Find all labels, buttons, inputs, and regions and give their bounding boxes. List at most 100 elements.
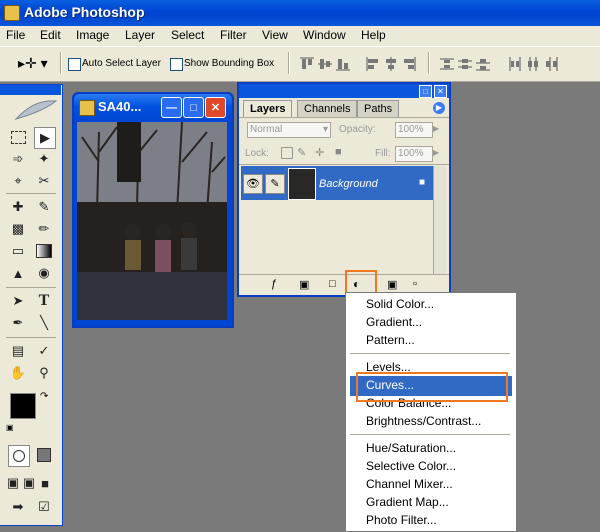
palette-minimize-icon[interactable]: □ xyxy=(419,85,432,98)
magic-wand-icon[interactable]: ✦ xyxy=(34,149,54,169)
separator xyxy=(6,287,56,288)
menu-item-photo-filter[interactable]: Photo Filter... xyxy=(366,513,437,527)
move-tool-preset-icon[interactable]: ▸✛ ▾ xyxy=(18,55,48,71)
clone-stamp-icon[interactable]: ▩ xyxy=(8,219,28,239)
palette-titlebar[interactable] xyxy=(239,84,449,98)
gradient-tool-icon[interactable] xyxy=(34,241,54,261)
app-title-bar: Adobe Photoshop xyxy=(0,0,600,26)
palette-close-icon[interactable]: ✕ xyxy=(434,85,447,98)
show-bounding-box-checkbox[interactable] xyxy=(170,58,183,71)
distribute-top-icon[interactable] xyxy=(440,57,454,71)
menu-item-pattern[interactable]: Pattern... xyxy=(366,333,415,347)
menu-file[interactable]: File xyxy=(6,28,25,42)
eye-icon[interactable]: 👁 xyxy=(243,174,263,194)
maximize-button[interactable]: □ xyxy=(183,97,204,118)
screen-mode-full-menu-icon[interactable]: ▣ xyxy=(22,473,36,493)
lock-transparency-icon[interactable] xyxy=(281,147,293,159)
align-right-icon[interactable] xyxy=(402,57,416,71)
path-selection-icon[interactable]: ➤ xyxy=(8,291,28,311)
distribute-bottom-icon[interactable] xyxy=(476,57,490,71)
eyedropper-icon[interactable]: ✓ xyxy=(34,341,54,361)
new-layer-icon[interactable]: ▣ xyxy=(387,278,397,291)
move-tool-icon[interactable]: ▶ xyxy=(34,127,56,149)
align-left-icon[interactable] xyxy=(366,57,380,71)
close-button[interactable]: ✕ xyxy=(205,97,226,118)
distribute-right-icon[interactable] xyxy=(544,57,558,71)
auto-select-layer-checkbox[interactable] xyxy=(68,58,81,71)
menu-item-solid-color[interactable]: Solid Color... xyxy=(366,297,434,311)
pen-tool-icon[interactable]: ✒ xyxy=(8,313,28,333)
menu-item-brightness-contrast[interactable]: Brightness/Contrast... xyxy=(366,414,481,428)
marquee-tool-icon[interactable] xyxy=(8,127,28,147)
menu-item-gradient-map[interactable]: Gradient Map... xyxy=(366,495,449,509)
menu-item-selective-color[interactable]: Selective Color... xyxy=(366,459,456,473)
type-tool-icon[interactable]: T xyxy=(34,291,54,311)
separator xyxy=(239,117,449,118)
notes-tool-icon[interactable]: ▤ xyxy=(8,341,28,361)
new-set-icon[interactable]: □ xyxy=(329,278,336,290)
quick-mask-icon[interactable] xyxy=(34,445,54,465)
layer-name: Background xyxy=(319,178,378,190)
align-top-icon[interactable] xyxy=(300,57,314,71)
fill-field[interactable]: 100% xyxy=(395,146,433,162)
layer-row-background[interactable]: 👁 ✎ Background ■ xyxy=(241,166,433,200)
menu-image[interactable]: Image xyxy=(76,28,109,42)
lock-image-icon[interactable]: ✎ xyxy=(297,146,306,159)
hand-tool-icon[interactable]: ✋ xyxy=(8,363,28,383)
line-tool-icon[interactable]: ╲ xyxy=(34,313,54,333)
eraser-tool-icon[interactable]: ▭ xyxy=(8,241,28,261)
distribute-vcenter-icon[interactable] xyxy=(458,57,472,71)
zoom-tool-icon[interactable]: ⚲ xyxy=(34,363,54,383)
tab-channels[interactable]: Channels xyxy=(297,100,358,117)
imageready-jump-icon[interactable]: ➡ xyxy=(8,497,28,517)
trash-icon[interactable]: ▫ xyxy=(413,278,417,290)
blur-tool-icon[interactable]: ▲ xyxy=(8,263,28,283)
menu-edit[interactable]: Edit xyxy=(40,28,61,42)
crop-tool-icon[interactable]: ⌖ xyxy=(8,171,28,191)
photo-canvas[interactable] xyxy=(77,122,227,320)
distribute-left-icon[interactable] xyxy=(508,57,522,71)
foreground-color-swatch[interactable] xyxy=(10,393,36,419)
lock-all-icon[interactable]: ■ xyxy=(335,146,342,158)
dodge-tool-icon[interactable]: ◉ xyxy=(34,263,54,283)
history-brush-icon[interactable]: ✏ xyxy=(34,219,54,239)
screen-mode-full-icon[interactable]: ■ xyxy=(38,473,52,493)
menu-help[interactable]: Help xyxy=(361,28,386,42)
slice-tool-icon[interactable]: ✂ xyxy=(34,171,54,191)
standard-mode-icon[interactable] xyxy=(8,445,30,467)
add-mask-icon[interactable]: ▣ xyxy=(299,278,309,291)
tab-paths[interactable]: Paths xyxy=(357,100,400,117)
menu-filter[interactable]: Filter xyxy=(220,28,247,42)
align-bottom-icon[interactable] xyxy=(336,57,350,71)
tab-layers[interactable]: Layers xyxy=(243,100,293,117)
menu-view[interactable]: View xyxy=(262,28,288,42)
blend-mode-select[interactable]: Normal ▾ xyxy=(247,122,331,138)
menu-select[interactable]: Select xyxy=(171,28,204,42)
menu-item-gradient[interactable]: Gradient... xyxy=(366,315,422,329)
edit-in-imageready-icon[interactable]: ☑ xyxy=(34,497,54,517)
brush-link-icon[interactable]: ✎ xyxy=(265,174,285,194)
fill-arrow-icon[interactable]: ▶ xyxy=(433,148,439,157)
minimize-button[interactable]: — xyxy=(161,97,182,118)
lock-position-icon[interactable]: ✛ xyxy=(315,146,324,159)
layer-style-icon[interactable]: ƒ xyxy=(271,278,277,290)
distribute-hcenter-icon[interactable] xyxy=(526,57,540,71)
default-colors-icon[interactable]: ▣ xyxy=(6,423,14,432)
align-vcenter-icon[interactable] xyxy=(318,57,332,71)
lasso-tool-icon[interactable]: ➾ xyxy=(8,149,28,169)
opacity-field[interactable]: 100% xyxy=(395,122,433,138)
opacity-arrow-icon[interactable]: ▶ xyxy=(433,124,439,133)
layers-scrollbar[interactable] xyxy=(433,166,446,274)
brush-tool-icon[interactable]: ✎ xyxy=(34,197,54,217)
palette-menu-icon[interactable]: ▶ xyxy=(433,102,445,114)
healing-brush-icon[interactable]: ✚ xyxy=(8,197,28,217)
lock-label: Lock: xyxy=(245,148,269,159)
screen-mode-standard-icon[interactable]: ▣ xyxy=(6,473,20,493)
toolbox-grip[interactable] xyxy=(0,85,61,95)
menu-item-channel-mixer[interactable]: Channel Mixer... xyxy=(366,477,453,491)
swap-colors-icon[interactable]: ↷ xyxy=(40,391,48,402)
menu-window[interactable]: Window xyxy=(303,28,346,42)
menu-item-hue-saturation[interactable]: Hue/Saturation... xyxy=(366,441,456,455)
menu-layer[interactable]: Layer xyxy=(125,28,155,42)
align-hcenter-icon[interactable] xyxy=(384,57,398,71)
